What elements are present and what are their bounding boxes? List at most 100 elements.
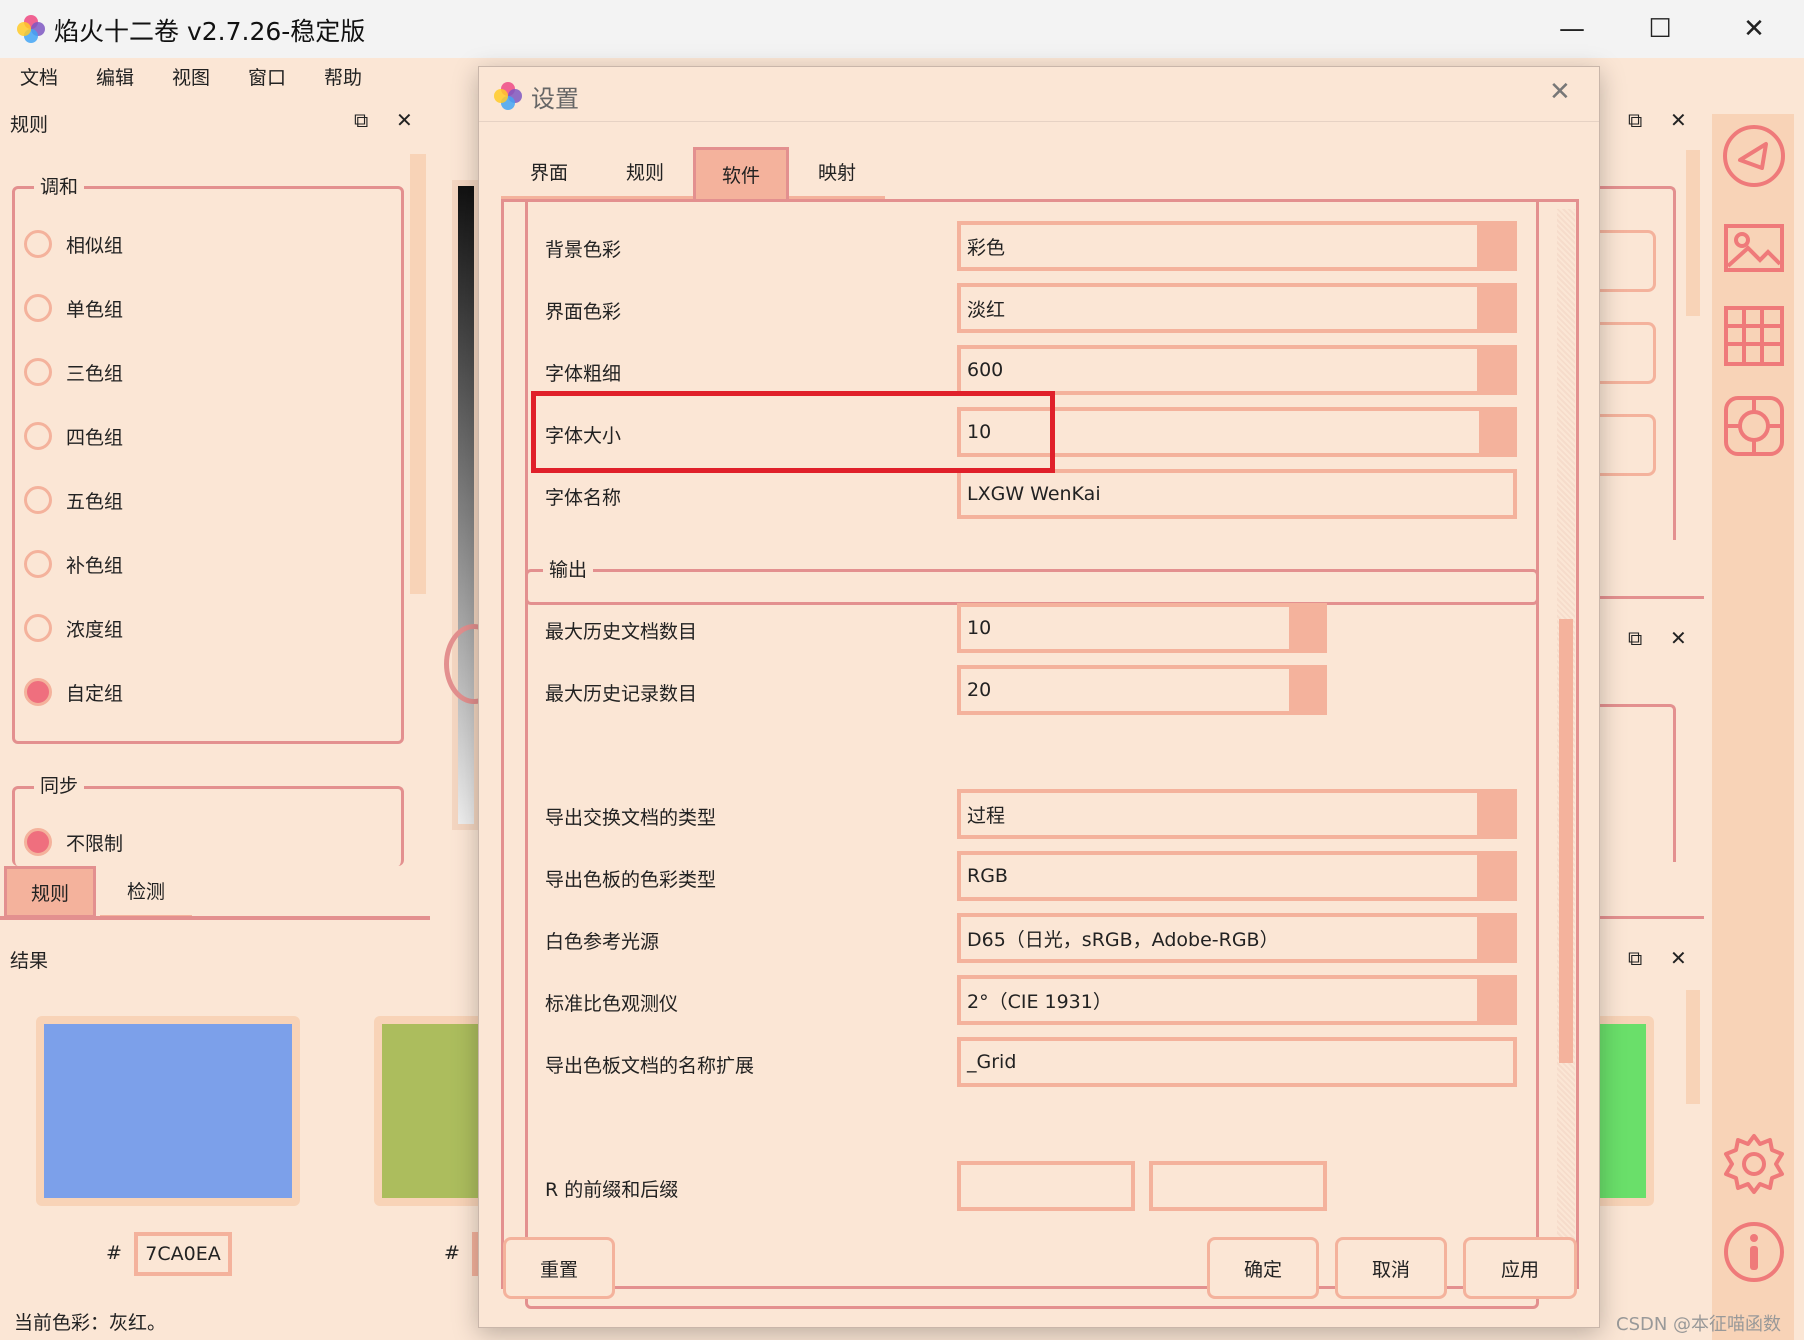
white-reference-combo[interactable]: D65（日光，sRGB，Adobe-RGB） (957, 913, 1517, 963)
window-title: 焰火十二卷 v2.7.26-稳定版 (54, 17, 366, 46)
minimize-button[interactable]: — (1542, 8, 1602, 50)
tab-detect[interactable]: 检测 (100, 866, 192, 918)
reset-button[interactable]: 重置 (503, 1237, 615, 1299)
menu-help[interactable]: 帮助 (324, 63, 362, 90)
palette-color-type-combo[interactable]: RGB (957, 851, 1517, 901)
right-button[interactable] (1600, 230, 1656, 292)
info-icon[interactable] (1722, 1220, 1786, 1284)
color-swatch-blue[interactable] (44, 1024, 292, 1198)
radio-indicator[interactable] (24, 422, 52, 450)
dropdown-arrow[interactable] (1477, 917, 1513, 959)
spin-arrows[interactable] (1289, 669, 1323, 711)
radio-label: 单色组 (66, 299, 124, 321)
radio-indicator[interactable] (24, 230, 52, 258)
max-history-docs-spinbox[interactable]: 10 (957, 603, 1327, 653)
float-panel-icon[interactable]: ⧉ (1628, 946, 1642, 970)
radio-label: 浓度组 (66, 619, 124, 641)
hash-label: # (106, 1242, 122, 1264)
radio-indicator[interactable] (24, 614, 52, 642)
interface-color-combo[interactable]: 淡红 (957, 283, 1517, 333)
prefix-input[interactable] (957, 1161, 1135, 1211)
dropdown-arrow[interactable] (1477, 793, 1513, 835)
menu-window[interactable]: 窗口 (248, 63, 286, 90)
radio-indicator[interactable] (24, 550, 52, 578)
scrollbar[interactable] (1686, 150, 1700, 316)
spin-arrows[interactable] (1289, 607, 1323, 649)
tab-software[interactable]: 软件 (693, 147, 789, 199)
tab-interface[interactable]: 界面 (501, 147, 597, 199)
combo-value: RGB (967, 865, 1008, 887)
close-window-button[interactable]: ✕ (1724, 8, 1784, 50)
rules-panel-title: 规则 (10, 114, 49, 136)
float-panel-icon[interactable]: ⧉ (1628, 108, 1642, 132)
image-icon[interactable] (1722, 216, 1786, 280)
dropdown-arrow[interactable] (1477, 855, 1513, 897)
gear-icon[interactable] (1722, 1132, 1786, 1196)
combo-value: D65（日光，sRGB，Adobe-RGB） (967, 928, 1279, 951)
radio-indicator-selected[interactable] (24, 828, 52, 856)
palette-flower-icon[interactable] (1722, 394, 1786, 458)
row-label: 导出交换文档的类型 (545, 807, 717, 829)
row-label: 标准比色观测仪 (545, 993, 679, 1015)
harmony-group-label: 调和 (34, 172, 85, 199)
apply-button[interactable]: 应用 (1463, 1237, 1577, 1299)
tab-rules[interactable]: 规则 (4, 866, 96, 918)
spin-value: 20 (967, 679, 992, 701)
sync-group-label: 同步 (34, 771, 85, 798)
observer-combo[interactable]: 2°（CIE 1931） (957, 975, 1517, 1025)
dropdown-arrow[interactable] (1477, 287, 1513, 329)
radio-indicator[interactable] (24, 486, 52, 514)
font-weight-combo[interactable]: 600 (957, 345, 1517, 395)
tab-mapping[interactable]: 映射 (789, 147, 885, 199)
close-panel-icon[interactable]: ✕ (1670, 946, 1687, 970)
dropdown-arrow[interactable] (1477, 225, 1513, 267)
maximize-button[interactable]: ☐ (1630, 8, 1690, 50)
background-color-combo[interactable]: 彩色 (957, 221, 1517, 271)
grid-icon[interactable] (1722, 304, 1786, 368)
menu-file[interactable]: 文档 (20, 63, 58, 90)
color-swatch-green[interactable] (382, 1024, 482, 1198)
menu-view[interactable]: 视图 (172, 63, 210, 90)
radio-label: 四色组 (66, 427, 124, 449)
right-button[interactable] (1600, 322, 1656, 384)
ok-button[interactable]: 确定 (1207, 1237, 1319, 1299)
hash-label: # (444, 1242, 460, 1264)
color-swatch-lightgreen[interactable] (1600, 1024, 1646, 1198)
combo-value: 2°（CIE 1931） (967, 990, 1112, 1013)
spin-arrows[interactable] (1479, 411, 1513, 453)
scrollbar[interactable] (1686, 990, 1700, 1104)
hex-input[interactable]: 7CA0EA (134, 1232, 232, 1276)
float-panel-icon[interactable]: ⧉ (1628, 626, 1642, 650)
tab-rules[interactable]: 规则 (597, 147, 693, 199)
menu-edit[interactable]: 编辑 (96, 63, 134, 90)
float-panel-icon[interactable]: ⧉ (354, 108, 368, 132)
radio-indicator[interactable] (24, 294, 52, 322)
dialog-close-icon[interactable]: ✕ (1549, 77, 1571, 107)
dropdown-arrow[interactable] (1477, 349, 1513, 391)
scrollbar-thumb[interactable] (1559, 619, 1573, 1063)
radio-label: 相似组 (66, 235, 124, 257)
font-name-input[interactable]: LXGW WenKai (957, 469, 1517, 519)
radio-indicator[interactable] (24, 358, 52, 386)
cancel-button[interactable]: 取消 (1335, 1237, 1447, 1299)
app-logo-icon (17, 15, 45, 43)
divider (1600, 596, 1704, 599)
export-type-combo[interactable]: 过程 (957, 789, 1517, 839)
close-panel-icon[interactable]: ✕ (1670, 626, 1687, 650)
suffix-input[interactable] (1149, 1161, 1327, 1211)
radio-indicator-selected[interactable] (24, 678, 52, 706)
row-label: 界面色彩 (545, 301, 622, 323)
row-label: 白色参考光源 (545, 931, 660, 953)
dropdown-arrow[interactable] (1477, 979, 1513, 1021)
palette-name-extension-input[interactable]: _Grid (957, 1037, 1517, 1087)
triangle-tool-icon[interactable] (1722, 124, 1786, 188)
harmony-group (12, 186, 404, 744)
dialog-title: 设置 (531, 85, 579, 113)
close-panel-icon[interactable]: ✕ (396, 108, 413, 132)
scrollbar[interactable] (410, 154, 426, 594)
right-button[interactable] (1600, 414, 1656, 476)
close-panel-icon[interactable]: ✕ (1670, 108, 1687, 132)
row-label: 最大历史文档数目 (545, 621, 698, 643)
right-group-box (1600, 704, 1676, 862)
max-history-records-spinbox[interactable]: 20 (957, 665, 1327, 715)
